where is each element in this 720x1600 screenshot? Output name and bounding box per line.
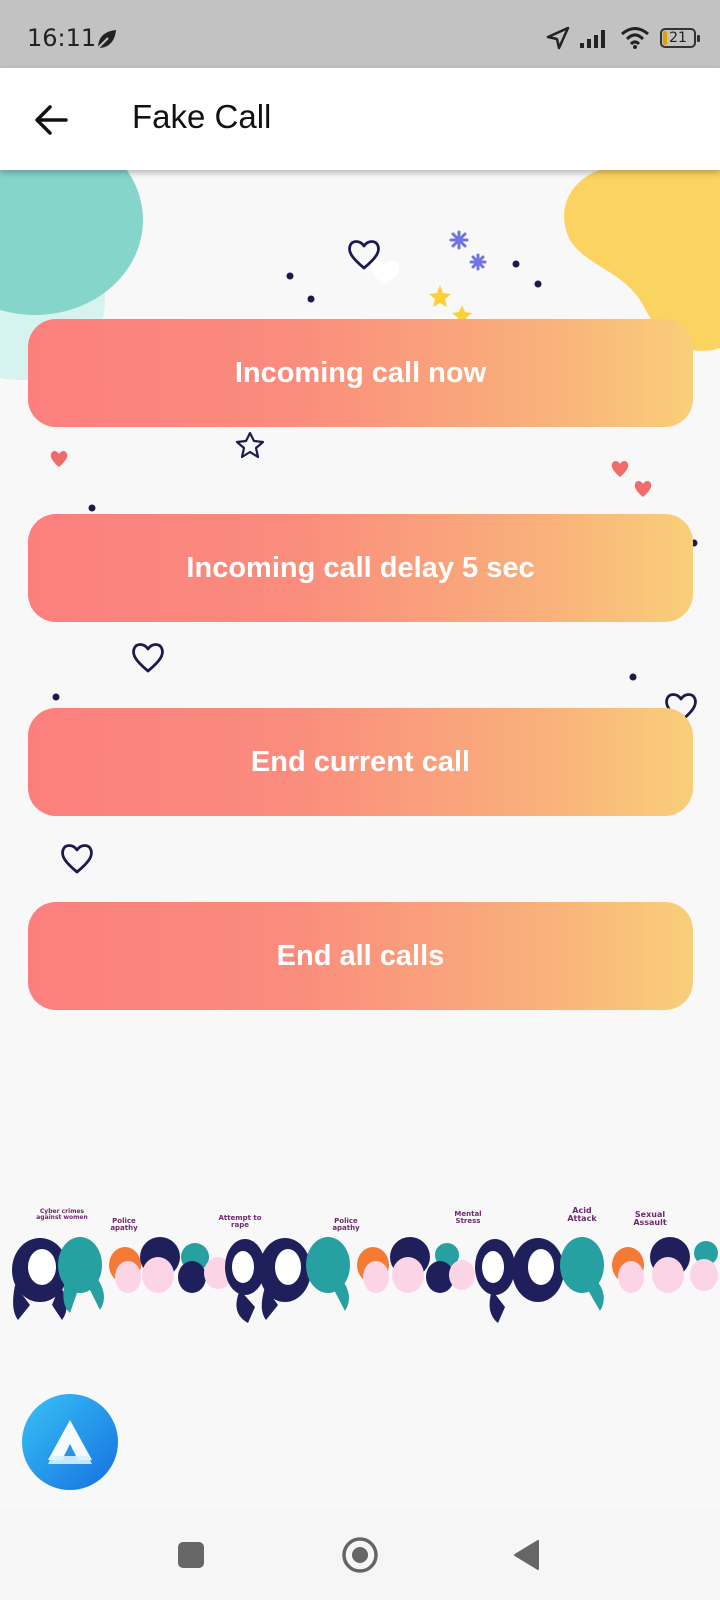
home-button[interactable] xyxy=(335,1530,385,1580)
wifi-icon xyxy=(621,27,649,49)
woman-figure-7 xyxy=(259,1238,311,1320)
recent-apps-button[interactable] xyxy=(166,1530,216,1580)
woman-figure-1 xyxy=(12,1238,68,1320)
women-faces-illustration xyxy=(12,1237,718,1323)
back-button[interactable] xyxy=(502,1530,552,1580)
woman-figure-14 xyxy=(560,1237,604,1311)
arrow-left-icon[interactable] xyxy=(30,98,74,142)
app-bar: Fake Call xyxy=(0,68,720,170)
battery-icon: 21 xyxy=(660,28,700,48)
status-icons: 21 xyxy=(546,26,700,50)
status-bar: 16:11 21 xyxy=(0,0,720,68)
women-illustration-banner: Cyber crimes against women Police apathy… xyxy=(0,1195,720,1335)
recent-apps-icon xyxy=(178,1542,204,1568)
woman-figure-3 xyxy=(109,1247,141,1293)
white-heart-icon xyxy=(370,260,400,285)
end-current-call-button[interactable]: End current call xyxy=(28,708,693,816)
woman-figure-12 xyxy=(475,1239,515,1323)
location-arrow-icon xyxy=(546,26,570,50)
woman-figure-15 xyxy=(612,1247,644,1293)
woman-figure-5 xyxy=(178,1243,232,1293)
home-icon xyxy=(342,1537,378,1573)
page-title: Fake Call xyxy=(132,98,272,135)
incoming-call-now-button[interactable]: Incoming call now xyxy=(28,319,693,427)
assistant-logo-icon xyxy=(48,1420,92,1464)
star-outline-icon xyxy=(235,431,265,459)
status-time: 16:11 xyxy=(27,24,97,52)
system-navigation-bar xyxy=(0,1510,720,1600)
back-triangle-icon xyxy=(514,1540,539,1570)
woman-figure-4 xyxy=(140,1237,180,1293)
red-heart-icons xyxy=(50,451,652,497)
floating-assistant-button[interactable] xyxy=(22,1394,118,1490)
woman-figure-9 xyxy=(357,1247,389,1293)
woman-figure-8 xyxy=(306,1237,350,1311)
sparkle-icons xyxy=(449,230,487,271)
woman-figure-13 xyxy=(512,1238,564,1302)
woman-figure-10 xyxy=(390,1237,430,1293)
signal-icon xyxy=(580,30,605,48)
woman-figure-11 xyxy=(426,1243,475,1293)
leaf-icon xyxy=(97,30,116,49)
woman-figure-2 xyxy=(58,1237,104,1313)
end-all-calls-button[interactable]: End all calls xyxy=(28,902,693,1010)
woman-figure-6 xyxy=(225,1239,265,1323)
battery-level: 21 xyxy=(669,30,687,46)
incoming-call-delay-button[interactable]: Incoming call delay 5 sec xyxy=(28,514,693,622)
woman-figure-16 xyxy=(650,1237,718,1293)
